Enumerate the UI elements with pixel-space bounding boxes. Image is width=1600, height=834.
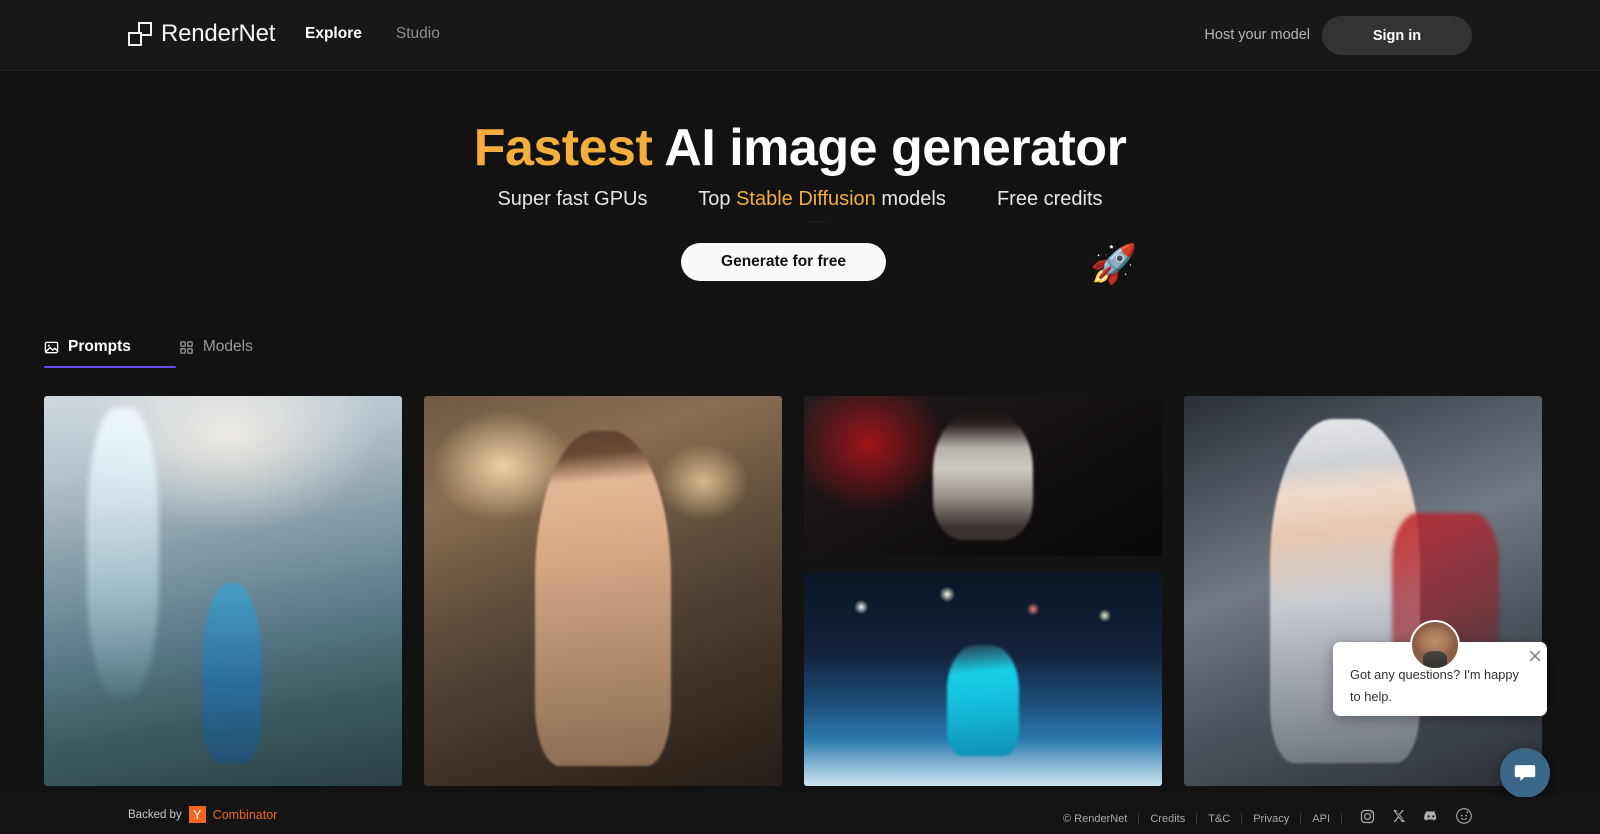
backed-by-label: Backed by: [128, 808, 182, 821]
top-header: RenderNet Explore Studio Host your model…: [0, 0, 1600, 71]
chat-bubble-icon[interactable]: [1500, 748, 1550, 798]
generate-for-free-button[interactable]: Generate for free: [681, 243, 886, 281]
headline-rest: AI image generator: [652, 119, 1127, 177]
brand-logo[interactable]: RenderNet: [128, 20, 275, 48]
headline-accent-word: Fastest: [473, 119, 653, 177]
page-title: Fastest AI image generator: [0, 118, 1600, 178]
primary-nav: Explore Studio: [305, 25, 440, 43]
gallery-column-2: [424, 396, 782, 786]
close-icon[interactable]: [1527, 648, 1543, 664]
instagram-icon[interactable]: [1360, 809, 1375, 829]
content-tabs: Prompts Models: [44, 338, 253, 368]
reddit-icon[interactable]: [1456, 808, 1472, 829]
y-combinator-badge-icon: Y: [188, 806, 206, 823]
footer-links: © RenderNet Credits T&C Privacy API: [1063, 808, 1472, 829]
feature-super-fast-gpus: Super fast GPUs: [497, 188, 648, 210]
vampire-woman-card[interactable]: [804, 396, 1162, 556]
footer-link-privacy[interactable]: Privacy: [1242, 813, 1300, 825]
feature-suffix: models: [881, 188, 946, 210]
gallery-column-4: [1184, 396, 1542, 786]
stable-diffusion-highlight: Stable Diffusion: [736, 188, 876, 222]
host-your-model-link[interactable]: Host your model: [1204, 27, 1310, 43]
discord-icon[interactable]: [1423, 808, 1439, 829]
tab-models[interactable]: Models: [179, 338, 253, 368]
social-links: [1342, 808, 1472, 829]
image-gallery: [44, 396, 1556, 786]
hero-section: Fastest AI image generator Super fast GP…: [0, 71, 1600, 331]
gallery-column-1: [44, 396, 402, 786]
x-twitter-icon[interactable]: [1392, 809, 1406, 828]
feature-top-models: Top Stable Diffusion models: [698, 188, 951, 222]
agent-avatar: [1410, 620, 1460, 670]
footer-link-credits[interactable]: Credits: [1139, 813, 1196, 825]
nav-item-studio[interactable]: Studio: [396, 25, 440, 43]
site-footer: Backed by Y Combinator © RenderNet Credi…: [0, 797, 1600, 834]
cyborg-woman-card[interactable]: [1184, 396, 1542, 786]
chat-message-text: Got any questions? I'm happy to help.: [1350, 667, 1519, 705]
rocket-icon: 🚀: [1090, 244, 1138, 286]
brand-name: RenderNet: [161, 20, 276, 47]
ice-skater-card[interactable]: [804, 573, 1162, 786]
tab-prompts-label: Prompts: [68, 338, 131, 355]
footer-link-tc[interactable]: T&C: [1197, 813, 1241, 825]
footer-link-copyright: © RenderNet: [1063, 812, 1128, 825]
grid-icon: [179, 340, 194, 355]
footer-link-api[interactable]: API: [1301, 813, 1341, 825]
hero-feature-list: Super fast GPUs Top Stable Diffusion mod…: [0, 188, 1600, 222]
backed-by-yc[interactable]: Backed by Y Combinator: [128, 806, 277, 823]
gallery-column-3: [804, 396, 1162, 786]
overlapping-squares-logo-icon: [128, 22, 152, 46]
image-icon: [44, 340, 59, 355]
woman-in-restaurant-card[interactable]: [424, 396, 782, 786]
underline-stroke-icon: [732, 213, 880, 222]
tab-models-label: Models: [202, 338, 253, 355]
feature-prefix: Top: [698, 188, 731, 210]
sign-in-button[interactable]: Sign in: [1322, 16, 1472, 55]
y-combinator-name: Combinator: [212, 807, 278, 822]
waterfall-goddess-card[interactable]: [44, 396, 402, 786]
nav-item-explore[interactable]: Explore: [305, 25, 362, 43]
feature-free-credits: Free credits: [996, 188, 1103, 210]
tab-prompts[interactable]: Prompts: [44, 338, 176, 368]
